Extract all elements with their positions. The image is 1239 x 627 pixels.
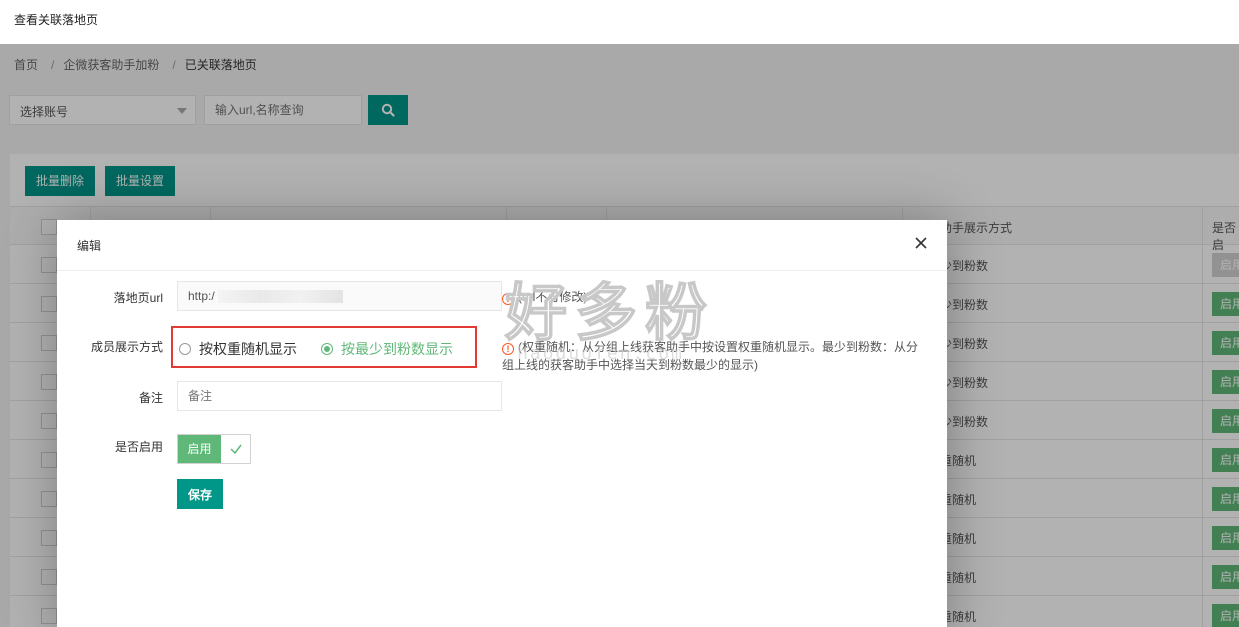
remark-input[interactable] (177, 381, 502, 411)
save-button[interactable]: 保存 (177, 479, 223, 509)
close-icon[interactable] (913, 235, 929, 251)
edit-modal: 编辑 落地页url http:/ ! (url不可修改) 成员展示方式 按权重随机… (57, 220, 947, 627)
url-label: 落地页url (113, 291, 163, 305)
modal-header: 编辑 (57, 220, 947, 271)
enable-switch[interactable]: 启用 (177, 434, 251, 464)
window-title: 查看关联落地页 (14, 13, 99, 27)
top-bar: 查看关联落地页 (0, 0, 1239, 44)
remark-label: 备注 (138, 391, 163, 405)
url-redaction (218, 290, 343, 303)
watermark-logo: 好多粉 (504, 275, 716, 350)
url-value: http:/ (188, 289, 215, 303)
enable-label: 是否启用 (114, 440, 163, 454)
modal-title: 编辑 (77, 239, 102, 253)
radio-circle-icon (179, 343, 191, 355)
radio-weight-random[interactable]: 按权重随机显示 (179, 339, 297, 359)
display-mode-label: 成员展示方式 (90, 340, 163, 354)
radio-least-fans-label: 按最少到粉数显示 (341, 341, 453, 357)
display-mode-radio-group: 按权重随机显示 按最少到粉数显示 (171, 326, 477, 368)
watermark-url: haoduofen.com (517, 343, 684, 364)
radio-checked-icon (321, 343, 333, 355)
radio-least-fans[interactable]: 按最少到粉数显示 (321, 339, 453, 359)
url-field: http:/ (177, 281, 502, 311)
radio-weight-random-label: 按权重随机显示 (199, 341, 297, 357)
check-icon (230, 444, 242, 455)
enable-switch-on: 启用 (178, 435, 221, 463)
